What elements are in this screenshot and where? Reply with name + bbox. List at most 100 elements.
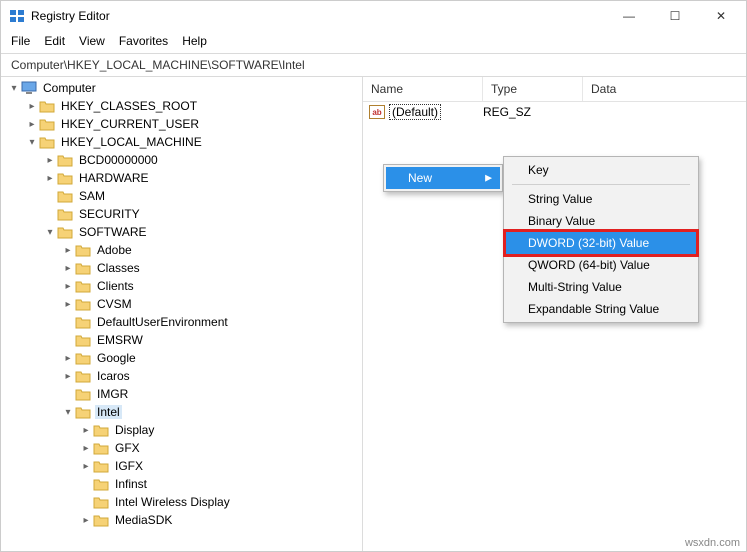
menu-separator: [512, 184, 690, 185]
context-item-dword[interactable]: DWORD (32-bit) Value: [506, 232, 696, 254]
chevron-right-icon[interactable]: ▸: [61, 371, 75, 382]
tree-node[interactable]: ▸CVSM: [61, 295, 362, 313]
tree-label: SAM: [77, 189, 107, 203]
chevron-right-icon[interactable]: ▸: [61, 299, 75, 310]
content: ▾ Computer ▸ HKEY_CLASSES_ROOT ▸ HKEY_CU…: [1, 77, 746, 551]
tree-node[interactable]: ▸ BCD00000000: [43, 151, 362, 169]
folder-icon: [75, 261, 91, 275]
tree-label: IGFX: [113, 459, 145, 473]
tree-node-hkcu[interactable]: ▸ HKEY_CURRENT_USER: [25, 115, 362, 133]
tree-node[interactable]: ▸Icaros: [61, 367, 362, 385]
tree-node[interactable]: ▸ MediaSDK: [79, 511, 362, 529]
tree-node[interactable]: ▸Display: [79, 421, 362, 439]
tree-node[interactable]: ▸ Adobe: [61, 241, 362, 259]
chevron-down-icon[interactable]: ▾: [43, 227, 57, 238]
folder-icon: [57, 153, 73, 167]
folder-icon: [75, 405, 91, 419]
maximize-button[interactable]: ☐: [652, 1, 698, 31]
context-item-binary[interactable]: Binary Value: [506, 210, 696, 232]
folder-icon: [39, 135, 55, 149]
col-name[interactable]: Name: [363, 77, 483, 101]
chevron-right-icon[interactable]: ▸: [43, 155, 57, 166]
tree-label: IMGR: [95, 387, 130, 401]
tree-node-hklm[interactable]: ▾ HKEY_LOCAL_MACHINE: [25, 133, 362, 151]
context-item-string[interactable]: String Value: [506, 188, 696, 210]
tree-label: HKEY_CLASSES_ROOT: [59, 99, 199, 113]
tree-label: MediaSDK: [113, 513, 174, 527]
context-item-label: New: [408, 171, 432, 185]
chevron-right-icon[interactable]: ▸: [25, 101, 39, 112]
chevron-right-icon[interactable]: ▸: [43, 173, 57, 184]
tree-node[interactable]: ▸GFX: [79, 439, 362, 457]
chevron-right-icon[interactable]: ▸: [61, 263, 75, 274]
tree-node[interactable]: IMGR: [61, 385, 362, 403]
chevron-right-icon[interactable]: ▸: [61, 281, 75, 292]
context-item-multistring[interactable]: Multi-String Value: [506, 276, 696, 298]
tree-pane: ▾ Computer ▸ HKEY_CLASSES_ROOT ▸ HKEY_CU…: [1, 77, 363, 551]
tree-node-software[interactable]: ▾ SOFTWARE: [43, 223, 362, 241]
tree-node[interactable]: EMSRW: [61, 331, 362, 349]
tree-label: Adobe: [95, 243, 134, 257]
tree-node[interactable]: ▸ HARDWARE: [43, 169, 362, 187]
tree-node-computer[interactable]: ▾ Computer: [7, 79, 362, 97]
menu-favorites[interactable]: Favorites: [119, 34, 168, 48]
tree-node[interactable]: DefaultUserEnvironment: [61, 313, 362, 331]
tree-node[interactable]: ▸Classes: [61, 259, 362, 277]
folder-icon: [75, 351, 91, 365]
tree-label: DefaultUserEnvironment: [95, 315, 230, 329]
chevron-down-icon[interactable]: ▾: [25, 137, 39, 148]
context-item-expstring[interactable]: Expandable String Value: [506, 298, 696, 320]
close-button[interactable]: ✕: [698, 1, 744, 31]
chevron-down-icon[interactable]: ▾: [7, 83, 21, 94]
context-item-key[interactable]: Key: [506, 159, 696, 181]
chevron-right-icon[interactable]: ▸: [79, 425, 93, 436]
chevron-right-icon[interactable]: ▸: [79, 461, 93, 472]
folder-icon: [75, 387, 91, 401]
window-title: Registry Editor: [31, 9, 110, 23]
chevron-right-icon[interactable]: ▸: [79, 443, 93, 454]
tree-node[interactable]: ▸Google: [61, 349, 362, 367]
menu-help[interactable]: Help: [182, 34, 207, 48]
context-item-label: Key: [528, 163, 549, 177]
col-type[interactable]: Type: [483, 77, 583, 101]
tree-node-hkcr[interactable]: ▸ HKEY_CLASSES_ROOT: [25, 97, 362, 115]
folder-icon: [93, 477, 109, 491]
context-item-label: String Value: [528, 192, 592, 206]
tree-label: BCD00000000: [77, 153, 160, 167]
folder-icon: [39, 99, 55, 113]
menu-edit[interactable]: Edit: [44, 34, 65, 48]
folder-icon: [57, 225, 73, 239]
tree-node[interactable]: SAM: [43, 187, 362, 205]
context-item-new[interactable]: New ▶: [386, 167, 500, 189]
folder-icon: [93, 495, 109, 509]
tree-node[interactable]: Intel Wireless Display: [79, 493, 362, 511]
context-submenu-new: Key String Value Binary Value DWORD (32-…: [503, 156, 699, 323]
context-item-label: QWORD (64-bit) Value: [528, 258, 650, 272]
tree-node[interactable]: ▸ IGFX: [79, 457, 362, 475]
chevron-right-icon[interactable]: ▸: [61, 245, 75, 256]
menu-view[interactable]: View: [79, 34, 105, 48]
chevron-down-icon[interactable]: ▾: [61, 407, 75, 418]
chevron-right-icon[interactable]: ▸: [61, 353, 75, 364]
address-bar[interactable]: Computer\HKEY_LOCAL_MACHINE\SOFTWARE\Int…: [1, 53, 746, 77]
list-header: Name Type Data: [363, 77, 746, 102]
folder-icon: [75, 315, 91, 329]
tree-label: SOFTWARE: [77, 225, 149, 239]
tree-label: HARDWARE: [77, 171, 151, 185]
folder-icon: [75, 279, 91, 293]
tree-node[interactable]: ▸Clients: [61, 277, 362, 295]
tree-label-selected: Intel: [95, 405, 122, 419]
tree-label: Computer: [41, 81, 98, 95]
folder-icon: [57, 207, 73, 221]
tree-node-intel[interactable]: ▾ Intel: [61, 403, 362, 421]
list-row[interactable]: ab (Default) REG_SZ: [363, 102, 746, 122]
minimize-button[interactable]: —: [606, 1, 652, 31]
folder-icon: [93, 423, 109, 437]
context-item-qword[interactable]: QWORD (64-bit) Value: [506, 254, 696, 276]
tree-node[interactable]: Infinst: [79, 475, 362, 493]
menu-file[interactable]: File: [11, 34, 30, 48]
chevron-right-icon[interactable]: ▸: [25, 119, 39, 130]
col-data[interactable]: Data: [583, 77, 746, 101]
tree-node[interactable]: SECURITY: [43, 205, 362, 223]
chevron-right-icon[interactable]: ▸: [79, 515, 93, 526]
